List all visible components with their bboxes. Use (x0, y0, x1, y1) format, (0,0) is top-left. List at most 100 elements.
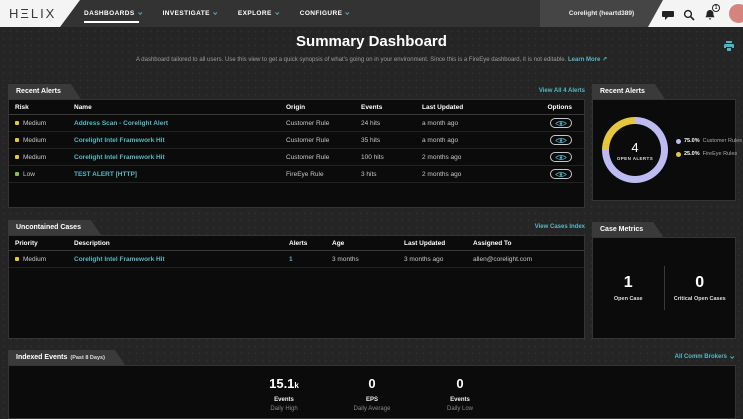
view-all-alerts-link[interactable]: View All 4 Alerts (539, 88, 585, 94)
view-alert-eye-icon[interactable] (550, 118, 572, 128)
alert-row: Medium Address Scan - Corelight Alert Cu… (9, 115, 584, 132)
nav-item-label: CONFIGURE (299, 10, 343, 17)
account-label: Corelight (heartd389) (568, 10, 635, 17)
legend-pct: 75.0% (684, 138, 700, 144)
daily-low-stat: 0 Events Daily Low (429, 375, 491, 412)
daily-average-value: 0 (368, 376, 376, 391)
alert-events: 100 hits (361, 153, 384, 161)
daily-high-label: Events (274, 397, 294, 403)
alert-name-link[interactable]: TEST ALERT [HTTP] (74, 171, 137, 178)
view-alert-eye-icon[interactable] (550, 152, 572, 162)
legend-pct: 25.0% (684, 151, 700, 157)
uncontained-cases-header-row: Priority Description Alerts Age Last Upd… (9, 236, 584, 251)
chevron-down-icon (274, 10, 280, 15)
daily-low-sublabel: Daily Low (446, 406, 473, 412)
recent-alerts-header-row: Risk Name Origin Events Last Updated Opt… (9, 100, 584, 115)
critical-open-cases-label: Critical Open Cases (673, 296, 726, 302)
alert-updated: 2 months ago (422, 170, 462, 178)
alert-updated: a month ago (422, 119, 459, 127)
open-alerts-count: 4 (631, 139, 639, 155)
print-icon[interactable] (723, 39, 735, 53)
col-header-assigned-to: Assigned To (473, 239, 512, 247)
col-header-priority: Priority (15, 239, 38, 247)
nav-item-label: INVESTIGATE (162, 10, 210, 17)
open-alerts-donut-chart[interactable]: 4 OPEN ALERTS (602, 117, 668, 183)
uncontained-cases-title: Uncontained Cases (16, 224, 81, 231)
alert-name-link[interactable]: Corelight Intel Framework Hit (74, 137, 165, 144)
helix-logo-text: HΞLIX (9, 6, 57, 21)
nav-item-label: EXPLORE (237, 10, 272, 17)
case-metrics-panel: 1 Open Case 0 Critical Open Cases (592, 237, 736, 339)
recent-alerts-chart-tab: Recent Alerts (592, 84, 665, 99)
nav-item-explore[interactable]: EXPLORE (237, 0, 280, 27)
case-alerts-count-link[interactable]: 1 (289, 256, 293, 263)
alert-updated: a month ago (422, 136, 459, 144)
chevron-down-icon (345, 10, 350, 15)
search-icon[interactable] (683, 8, 695, 21)
notifications-bell-icon[interactable]: 1 (704, 3, 720, 20)
open-case-stat: 1 Open Case (593, 274, 664, 302)
risk-dot (15, 120, 19, 125)
learn-more-link[interactable]: Learn More ↗ (568, 57, 607, 63)
page-subtitle: A dashboard tailored to all users. Use t… (0, 56, 743, 63)
recent-alerts-tab: Recent Alerts (8, 84, 81, 99)
alert-updated: 2 months ago (422, 153, 462, 161)
account-chip[interactable]: Corelight (heartd389) (540, 0, 663, 27)
indexed-events-panel: 15.1k Events Daily High 0 EPS Daily Aver… (8, 365, 736, 419)
indexed-events-tab: Indexed Events (Past 8 Days) (8, 350, 125, 365)
daily-average-stat: 0 EPS Daily Average (341, 375, 403, 412)
helix-logo[interactable]: HΞLIX (0, 0, 80, 27)
alert-name-link[interactable]: Address Scan - Corelight Alert (74, 120, 168, 127)
chevron-down-icon (212, 10, 218, 15)
open-case-label: Open Case (613, 296, 643, 302)
col-header-events: Events (361, 103, 383, 111)
legend-item-fireeye-rules[interactable]: 25.0% FireEye Rules (676, 151, 742, 157)
recent-alerts-chart-panel: 4 OPEN ALERTS 75.0% Customer Rules 25.0%… (592, 99, 742, 201)
legend-label: Customer Rules (702, 138, 743, 144)
alert-row: Medium Corelight Intel Framework Hit Cus… (9, 132, 584, 149)
case-description-link[interactable]: Corelight Intel Framework Hit (74, 256, 165, 263)
indexed-events-title-suffix: (Past 8 Days) (70, 354, 105, 361)
alert-row: Medium Corelight Intel Framework Hit Cus… (9, 149, 584, 166)
nav-icon-group: 1 (662, 0, 720, 27)
daily-average-sublabel: Daily Average (353, 406, 391, 412)
risk-dot (15, 137, 19, 142)
nav-item-configure[interactable]: CONFIGURE (299, 0, 350, 27)
chat-icon[interactable] (662, 8, 674, 20)
alert-events: 24 hits (361, 119, 381, 127)
top-nav: Corelight (heartd389) HΞLIX DASHBOARDS I… (0, 0, 743, 27)
donut-legend: 75.0% Customer Rules 25.0% FireEye Rules (676, 138, 742, 157)
view-alert-eye-icon[interactable] (550, 135, 572, 145)
legend-item-customer-rules[interactable]: 75.0% Customer Rules (676, 138, 742, 144)
alert-name-link[interactable]: Corelight Intel Framework Hit (74, 154, 165, 161)
case-age: 3 months (332, 255, 359, 263)
col-header-name: Name (74, 103, 92, 111)
comm-brokers-dropdown[interactable]: All Comm Brokers (675, 354, 735, 360)
risk-label: Medium (23, 153, 47, 161)
indexed-events-title: Indexed Events (16, 354, 68, 361)
daily-low-label: Events (450, 397, 470, 403)
view-cases-index-link[interactable]: View Cases Index (535, 224, 585, 230)
nav-item-investigate[interactable]: INVESTIGATE (162, 0, 218, 27)
col-header-risk: Risk (15, 103, 29, 111)
nav-item-dashboards[interactable]: DASHBOARDS (84, 0, 142, 27)
nav-menu: DASHBOARDS INVESTIGATE EXPLORE CONFIGURE (84, 0, 350, 27)
risk-label: Low (23, 170, 35, 178)
alert-events: 3 hits (361, 170, 377, 178)
col-header-origin: Origin (286, 103, 306, 111)
recent-alerts-title: Recent Alerts (16, 88, 61, 95)
case-metrics-tab: Case Metrics (592, 222, 663, 237)
view-alert-eye-icon[interactable] (550, 169, 572, 179)
critical-open-cases-stat: 0 Critical Open Cases (665, 274, 736, 302)
case-row: Medium Corelight Intel Framework Hit 1 3… (9, 251, 584, 268)
uncontained-cases-panel: Priority Description Alerts Age Last Upd… (8, 235, 585, 339)
user-avatar[interactable] (729, 4, 743, 23)
notification-badge: 1 (712, 3, 720, 12)
critical-open-cases-value: 0 (695, 274, 705, 291)
col-header-age: Age (332, 239, 345, 247)
col-header-last-updated: Last Updated (422, 103, 464, 111)
daily-average-label: EPS (365, 397, 378, 403)
page-title: Summary Dashboard (296, 33, 447, 50)
alert-events: 35 hits (361, 136, 381, 144)
risk-label: Medium (23, 136, 47, 144)
